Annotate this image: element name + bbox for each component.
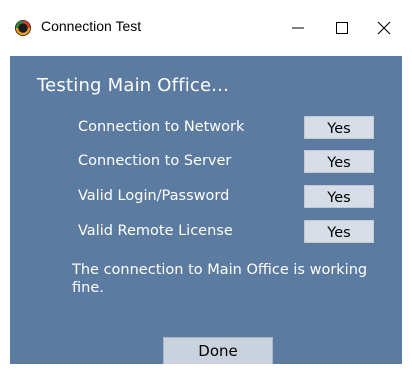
check-row-login: Valid Login/Password Yes [10, 185, 402, 209]
check-status-badge: Yes [304, 116, 374, 139]
maximize-icon [336, 22, 348, 34]
done-button[interactable]: Done [163, 337, 273, 364]
dialog-panel: Testing Main Office... Connection to Net… [10, 56, 402, 364]
title-bar[interactable]: Connection Test [0, 0, 412, 56]
close-icon [377, 21, 391, 35]
dialog-heading: Testing Main Office... [37, 75, 230, 96]
check-label: Valid Remote License [78, 223, 233, 239]
minimize-icon [292, 27, 304, 29]
check-status-badge: Yes [304, 150, 374, 173]
app-ring-icon [15, 20, 31, 36]
status-message: The connection to Main Office is working… [72, 262, 368, 296]
check-row-network: Connection to Network Yes [10, 116, 402, 140]
check-label: Connection to Network [78, 119, 245, 135]
check-label: Valid Login/Password [78, 188, 230, 204]
window-title: Connection Test [41, 18, 142, 34]
close-button[interactable] [356, 0, 412, 56]
check-row-server: Connection to Server Yes [10, 150, 402, 174]
check-row-license: Valid Remote License Yes [10, 220, 402, 244]
connection-test-window: Connection Test Testing Main Office... C… [0, 0, 412, 370]
check-status-badge: Yes [304, 185, 374, 208]
check-label: Connection to Server [78, 153, 232, 169]
check-status-badge: Yes [304, 220, 374, 243]
